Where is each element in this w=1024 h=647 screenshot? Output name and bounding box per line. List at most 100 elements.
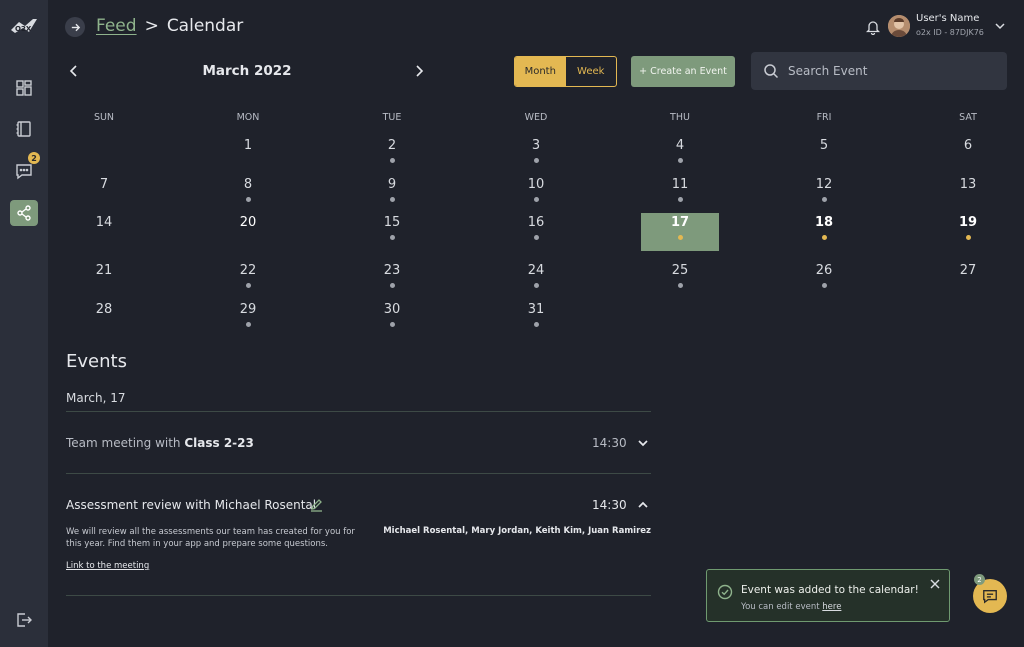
calendar-day[interactable]: 28: [74, 302, 134, 317]
event-time: 14:30: [592, 436, 627, 450]
event-indicator-dot: [821, 235, 827, 240]
breadcrumb-current: Calendar: [166, 16, 244, 36]
calendar-day[interactable]: 19: [938, 215, 998, 230]
calendar-day[interactable]: 9: [362, 177, 422, 192]
calendar-day[interactable]: 29: [218, 302, 278, 317]
weekday-header: TUE: [382, 112, 402, 123]
event-indicator-dot: [821, 283, 827, 288]
event-indicator-dot: [245, 322, 251, 327]
event-indicator-dot: [389, 197, 395, 202]
meeting-link[interactable]: Link to the meeting: [66, 561, 149, 571]
calendar-day[interactable]: 13: [938, 177, 998, 192]
toast-edit-link[interactable]: here: [822, 602, 841, 612]
weekday-header: MON: [236, 112, 260, 123]
logout-nav-button[interactable]: [10, 607, 38, 633]
share-icon: [17, 205, 31, 221]
chevron-up-icon[interactable]: [636, 498, 650, 512]
breadcrumb: Feed > Calendar: [96, 16, 243, 36]
calendar-day[interactable]: 11: [650, 177, 710, 192]
event-participants: Michael Rosental, Mary Jordan, Keith Kim…: [383, 526, 651, 536]
weekday-header: SUN: [93, 112, 115, 123]
calendar-day[interactable]: 10: [506, 177, 566, 192]
week-view-button[interactable]: Week: [566, 57, 617, 86]
calendar-day[interactable]: 17: [650, 215, 710, 230]
event-title-class: Class 2-23: [184, 436, 254, 450]
event-indicator-dot: [677, 235, 683, 240]
calendar-day[interactable]: 18: [794, 215, 854, 230]
toast-title: Event was added to the calendar!: [741, 584, 919, 596]
notebook-icon: [16, 121, 31, 137]
calendar-day[interactable]: 12: [794, 177, 854, 192]
calendar-day[interactable]: 1: [218, 138, 278, 153]
edit-pencil-icon[interactable]: [309, 497, 324, 512]
search-icon: [764, 64, 779, 79]
next-month-button[interactable]: [411, 63, 427, 79]
user-id: o2x ID - 87DJK76: [916, 28, 984, 37]
calendar-day[interactable]: 25: [650, 263, 710, 278]
calendar-day[interactable]: 14: [74, 215, 134, 230]
event-indicator-dot: [389, 283, 395, 288]
calendar-day[interactable]: 30: [362, 302, 422, 317]
event-time: 14:30: [592, 498, 627, 512]
toast-notification: Event was added to the calendar! You can…: [706, 569, 950, 622]
messages-nav-button[interactable]: 2: [10, 152, 40, 184]
weekday-header: THU: [670, 112, 690, 123]
event-indicator-dot: [245, 283, 251, 288]
event-indicator-dot: [533, 235, 539, 240]
calendar-day[interactable]: 22: [218, 263, 278, 278]
calendar-day[interactable]: 4: [650, 138, 710, 153]
calendar-day[interactable]: 6: [938, 138, 998, 153]
chevron-down-icon[interactable]: [994, 21, 1006, 31]
event-indicator-dot: [245, 197, 251, 202]
toast-subtitle: You can edit event here: [741, 602, 841, 612]
event-indicator-dot: [821, 197, 827, 202]
dashboard-nav-button[interactable]: [10, 75, 38, 101]
calendar-day[interactable]: 24: [506, 263, 566, 278]
o2x-logo[interactable]: O2X: [9, 16, 39, 36]
close-icon[interactable]: [929, 578, 941, 590]
svg-text:O2X: O2X: [15, 25, 32, 33]
event-title[interactable]: Assessment review with Michael Rosental: [66, 498, 316, 512]
events-heading: Events: [66, 351, 127, 372]
weekday-header: SAT: [959, 112, 977, 123]
event-indicator-dot: [389, 235, 395, 240]
previous-month-button[interactable]: [66, 63, 82, 79]
month-view-button[interactable]: Month: [515, 57, 566, 86]
user-avatar-icon: [888, 15, 910, 37]
calendar-day[interactable]: 31: [506, 302, 566, 317]
calendar-day[interactable]: 23: [362, 263, 422, 278]
calendar-day[interactable]: 20: [218, 215, 278, 230]
view-toggle: Month Week: [514, 56, 617, 87]
calendar-day[interactable]: 7: [74, 177, 134, 192]
notebook-nav-button[interactable]: [10, 116, 38, 142]
user-name[interactable]: User's Name: [916, 13, 979, 24]
event-indicator-dot: [533, 158, 539, 163]
calendar-day[interactable]: 3: [506, 138, 566, 153]
event-indicator-dot: [677, 283, 683, 288]
calendar-day[interactable]: 27: [938, 263, 998, 278]
calendar-day[interactable]: 21: [74, 263, 134, 278]
event-title[interactable]: Team meeting with Class 2-23: [66, 436, 254, 450]
calendar-day[interactable]: 15: [362, 215, 422, 230]
share-nav-button[interactable]: [10, 200, 38, 226]
calendar-day[interactable]: 2: [362, 138, 422, 153]
weekday-header: WED: [524, 112, 548, 123]
avatar[interactable]: [888, 15, 910, 37]
check-circle-icon: [717, 584, 733, 600]
bell-icon[interactable]: [866, 19, 880, 35]
event-indicator-dot: [533, 283, 539, 288]
search-input[interactable]: Search Event: [751, 52, 1007, 90]
chat-bubble-icon: [16, 164, 32, 180]
calendar-day[interactable]: 8: [218, 177, 278, 192]
event-description: We will review all the assessments our t…: [66, 527, 355, 549]
calendar-day[interactable]: 16: [506, 215, 566, 230]
calendar-day[interactable]: 5: [794, 138, 854, 153]
toast-subtitle-text: You can edit event: [741, 602, 823, 612]
forward-button[interactable]: [65, 17, 85, 37]
breadcrumb-link-feed[interactable]: Feed: [96, 16, 137, 36]
chevron-down-icon[interactable]: [636, 436, 650, 450]
calendar-day[interactable]: 26: [794, 263, 854, 278]
divider: [66, 411, 651, 412]
create-event-button[interactable]: + Create an Event: [631, 56, 735, 87]
weekday-header: FRI: [816, 112, 832, 123]
